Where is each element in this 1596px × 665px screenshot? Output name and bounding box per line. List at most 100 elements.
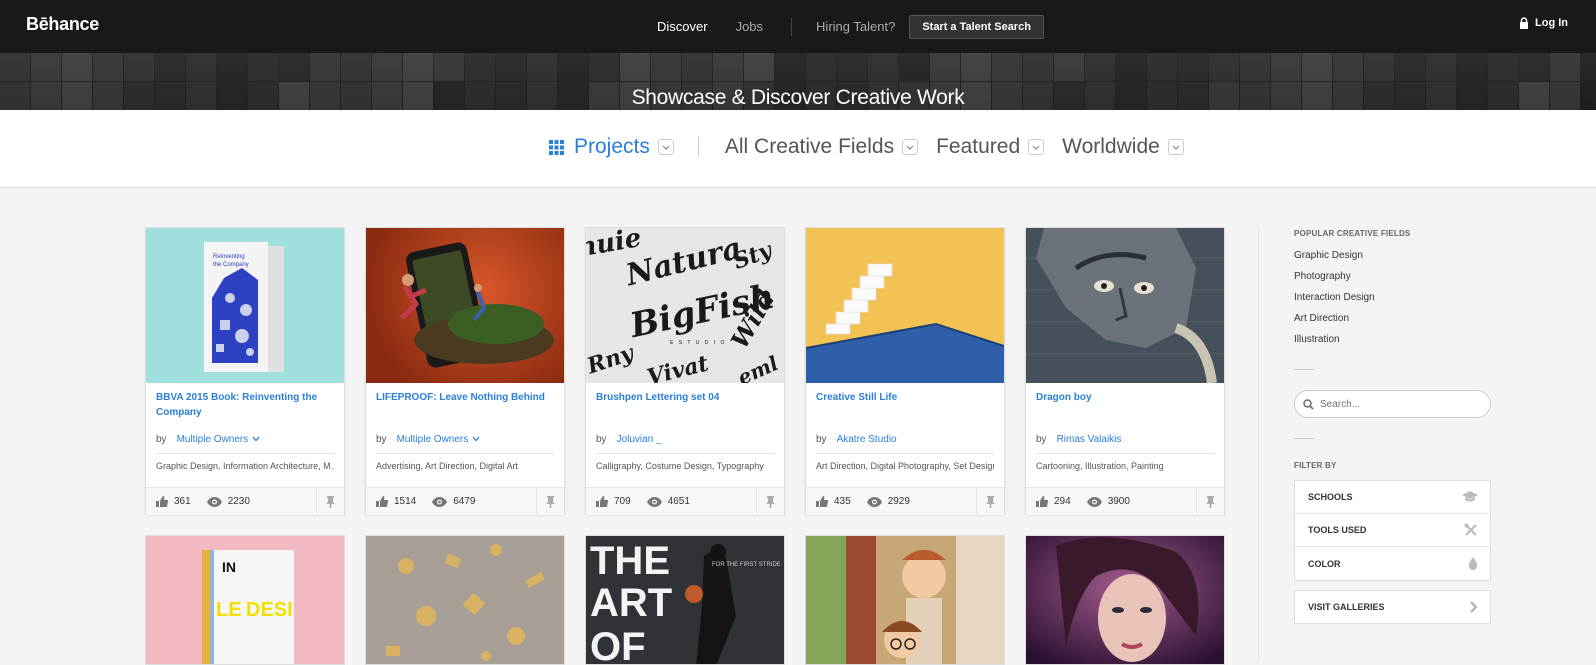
popular-field-link[interactable]: Graphic Design: [1294, 250, 1491, 263]
popular-field-link[interactable]: Illustration: [1294, 334, 1491, 347]
project-title[interactable]: LIFEPROOF: Leave Nothing Behind: [376, 390, 551, 405]
behance-logo[interactable]: Bēhance: [26, 14, 99, 35]
sidebar-search[interactable]: [1294, 390, 1491, 418]
by-label: by: [1036, 434, 1047, 445]
views-count: 3900: [1107, 496, 1130, 507]
views-count: 6479: [453, 496, 476, 507]
project-card[interactable]: Dragon boy by Rimas Valaikis Cartooning, …: [1025, 227, 1225, 515]
chevron-down-icon[interactable]: [252, 436, 260, 442]
filter-projects[interactable]: Projects: [549, 135, 674, 159]
chevron-down-icon: [1028, 139, 1045, 155]
card-divider: [816, 453, 994, 454]
hero-tile: [775, 53, 805, 81]
start-talent-search-button[interactable]: Start a Talent Search: [909, 14, 1044, 39]
project-owner: by Rimas Valaikis: [1036, 434, 1121, 445]
project-owner: by Multiple Owners: [376, 434, 480, 445]
filter-color[interactable]: COLOR: [1295, 547, 1490, 580]
project-card[interactable]: nuie Natura Sty BigFish Wild Rny Vivat e…: [585, 227, 785, 515]
hero-tile: [1364, 53, 1394, 81]
hero-tile: [558, 53, 588, 81]
chevron-right-icon: [1470, 601, 1478, 613]
hero-tile: [744, 53, 774, 81]
svg-text:OF: OF: [590, 625, 646, 665]
popular-field-link[interactable]: Art Direction: [1294, 313, 1491, 326]
owner-link[interactable]: Multiple Owners: [177, 434, 249, 445]
project-stats: 294 3900: [1026, 487, 1224, 515]
nav-jobs[interactable]: Jobs: [736, 19, 763, 34]
svg-text:Vivat: Vivat: [644, 350, 711, 383]
project-thumbnail[interactable]: Reinventing the Company: [146, 228, 344, 383]
search-input[interactable]: [1320, 398, 1470, 410]
appreciate-button[interactable]: [756, 488, 784, 515]
filter-featured[interactable]: Featured: [936, 135, 1045, 159]
project-thumbnail[interactable]: [365, 535, 565, 665]
svg-text:THE: THE: [590, 539, 670, 583]
eye-icon: [866, 496, 882, 507]
by-label: by: [156, 434, 167, 445]
owner-link[interactable]: Joluvian _: [617, 434, 662, 445]
owner-link[interactable]: Multiple Owners: [397, 434, 469, 445]
appreciate-button[interactable]: [976, 488, 1004, 515]
project-thumbnail[interactable]: [366, 228, 564, 383]
nav-hiring-talent[interactable]: Hiring Talent?: [816, 19, 895, 34]
visit-galleries-button[interactable]: VISIT GALLERIES: [1294, 590, 1491, 624]
hero-tile: [310, 53, 340, 81]
project-thumbnail[interactable]: [806, 228, 1004, 383]
owner-link[interactable]: Rimas Valaikis: [1057, 434, 1122, 445]
hero-tile: [992, 53, 1022, 81]
hero-tile: [1488, 53, 1518, 81]
svg-text:the Company: the Company: [213, 262, 249, 268]
hero-tile: [1116, 53, 1146, 81]
popular-field-link[interactable]: Interaction Design: [1294, 292, 1491, 305]
login-link[interactable]: Log In: [1519, 17, 1568, 29]
project-title[interactable]: BBVA 2015 Book: Reinventing the Company: [156, 390, 331, 420]
hero-tile: [217, 53, 247, 81]
project-fields: Art Direction, Digital Photography, Set …: [816, 461, 994, 471]
filter-creative-fields[interactable]: All Creative Fields: [725, 135, 919, 159]
hero-tile: [496, 53, 526, 81]
appreciate-button[interactable]: [536, 488, 564, 515]
card-divider: [156, 453, 334, 454]
lock-icon: [1520, 17, 1528, 29]
sidebar-rule: [1294, 438, 1314, 439]
filter-tools-used[interactable]: TOOLS USED: [1295, 514, 1490, 547]
project-thumbnail[interactable]: THE ART OF FOR THE FIRST STRIDE: [585, 535, 785, 665]
hero-tile: [93, 53, 123, 81]
project-thumbnail[interactable]: [805, 535, 1005, 665]
filter-by-heading: FILTER BY: [1294, 461, 1337, 470]
appreciate-button[interactable]: [1196, 488, 1224, 515]
hero-tile: [1271, 53, 1301, 81]
project-thumbnail[interactable]: [1026, 228, 1224, 383]
svg-text:eml: eml: [734, 351, 782, 383]
project-title[interactable]: Dragon boy: [1036, 390, 1211, 405]
project-thumbnail[interactable]: nuie Natura Sty BigFish Wild Rny Vivat e…: [586, 228, 784, 383]
chevron-down-icon[interactable]: [472, 436, 480, 442]
project-title[interactable]: Creative Still Life: [816, 390, 991, 405]
nav-discover[interactable]: Discover: [657, 19, 708, 34]
hero-tile: [186, 53, 216, 81]
hero-tile: [465, 53, 495, 81]
appreciate-button[interactable]: [316, 488, 344, 515]
filter-schools[interactable]: SCHOOLS: [1295, 481, 1490, 514]
project-title[interactable]: Brushpen Lettering set 04: [596, 390, 771, 405]
hero-tile: [1178, 53, 1208, 81]
hero-tile: [1302, 53, 1332, 81]
search-icon: [1303, 398, 1314, 410]
owner-link[interactable]: Akatre Studio: [837, 434, 897, 445]
project-card[interactable]: Creative Still Life by Akatre Studio Art …: [805, 227, 1005, 515]
project-thumbnail[interactable]: IN LE DESI: [145, 535, 345, 665]
popular-field-link[interactable]: Photography: [1294, 271, 1491, 284]
project-fields: Graphic Design, Information Architecture…: [156, 461, 334, 471]
primary-nav: Discover Jobs Hiring Talent? Start a Tal…: [657, 0, 1044, 53]
svg-text:ART: ART: [590, 581, 672, 625]
project-card[interactable]: Reinventing the Company BBVA 2015 Book: …: [145, 227, 345, 515]
graduation-cap-icon: [1462, 491, 1478, 502]
likes-count: 709: [614, 496, 631, 507]
svg-text:FOR THE FIRST STRIDE: FOR THE FIRST STRIDE: [712, 562, 781, 568]
hero-tile: [1023, 53, 1053, 81]
project-thumbnail[interactable]: [1025, 535, 1225, 665]
project-stats: 709 4651: [586, 487, 784, 515]
views-count: 2929: [887, 496, 910, 507]
filter-worldwide[interactable]: Worldwide: [1062, 135, 1184, 159]
project-card[interactable]: LIFEPROOF: Leave Nothing Behind by Multip…: [365, 227, 565, 515]
